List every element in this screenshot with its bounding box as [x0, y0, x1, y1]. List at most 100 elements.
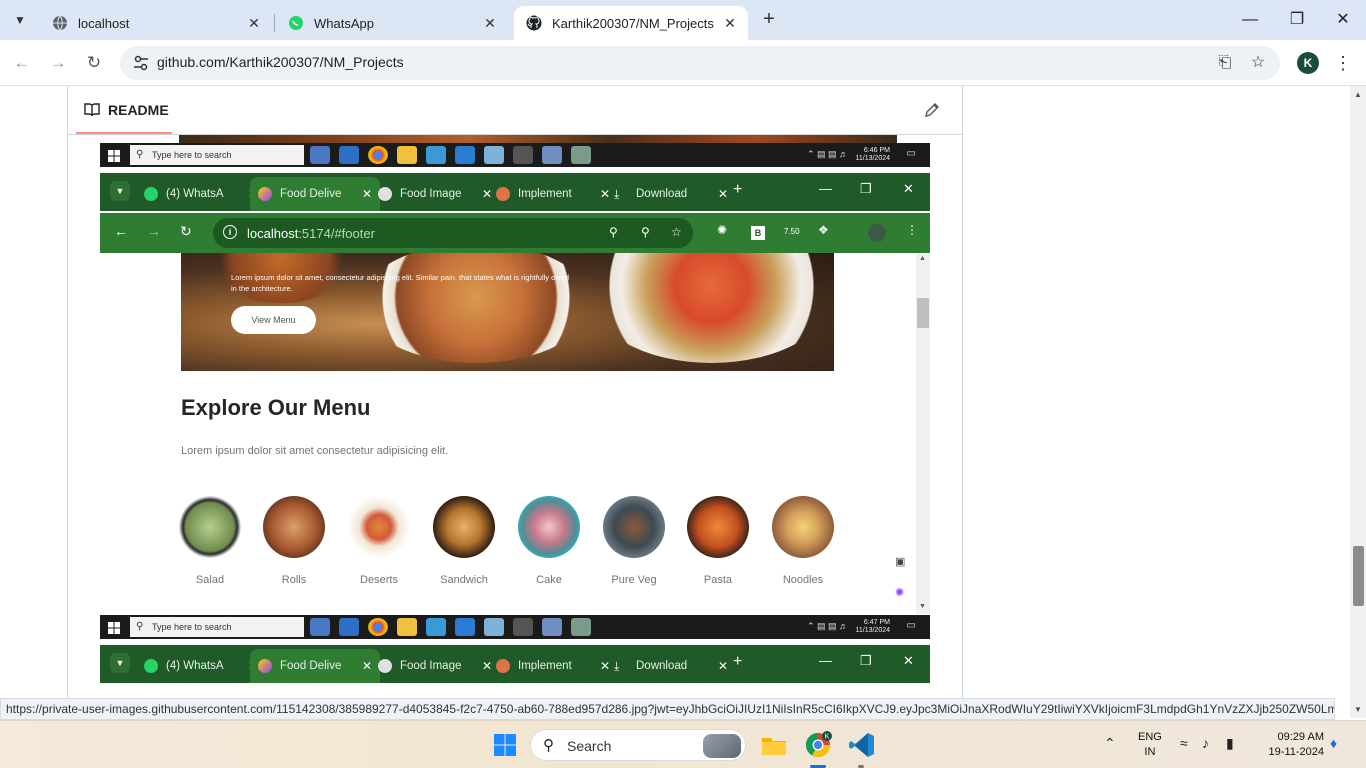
- menu-item-deserts: Deserts: [347, 496, 411, 586]
- embedded-scrollbar: ▲ ▼: [916, 253, 930, 614]
- taskbar-search-box[interactable]: ⚲ Search: [530, 729, 746, 761]
- embedded-tab-list-icon: ▼: [110, 181, 130, 201]
- vscode-icon: [455, 146, 475, 164]
- menu-item-image: [687, 496, 749, 558]
- app-icon: [484, 618, 504, 636]
- tab-separator: [274, 14, 275, 32]
- embedded-search-box: ⚲ Type here to search: [130, 145, 304, 165]
- page-scrollbar[interactable]: ▲ ▼: [1350, 86, 1366, 718]
- restore-icon[interactable]: ❐: [1287, 8, 1307, 32]
- embedded-restore-icon: ❐: [860, 181, 872, 196]
- input-language[interactable]: ENG IN: [1138, 730, 1162, 760]
- scroll-down-icon[interactable]: ▼: [1354, 705, 1362, 714]
- file-explorer-icon[interactable]: [759, 730, 789, 760]
- photos-icon: [426, 146, 446, 164]
- browser-toolbar: ← → ↻ github.com/Karthik200307/NM_Projec…: [0, 40, 1366, 86]
- menu-item-salad: Salad: [178, 496, 242, 586]
- tab-github[interactable]: Karthik200307/NM_Projects ✕: [514, 6, 748, 40]
- zoom-icon: ⚲: [641, 225, 650, 239]
- app-icon: [484, 146, 504, 164]
- battery-icon[interactable]: ▮: [1226, 735, 1234, 752]
- profile-avatar[interactable]: K: [1297, 52, 1319, 74]
- whatsapp-icon: [144, 659, 158, 673]
- search-highlight-image: [703, 734, 741, 758]
- reload-icon[interactable]: ↻: [82, 51, 106, 75]
- embedded-menu-icon: ⋮: [906, 223, 918, 237]
- system-clock[interactable]: 09:29 AM 19-11-2024: [1258, 730, 1324, 760]
- mail-icon: [339, 618, 359, 636]
- github-icon: [526, 15, 542, 31]
- tab-search-button[interactable]: ▼: [6, 7, 34, 33]
- openai-icon: [378, 187, 392, 201]
- show-hidden-icons-chevron[interactable]: ⌃: [1104, 735, 1116, 752]
- embedded-clock: 6:46 PM 11/13/2024: [855, 147, 890, 162]
- embedded-browser-toolbar: ← → ↻ i localhost:5174/#footer ⚲ ⚲ ☆ ✺ B…: [100, 213, 930, 253]
- embedded-browser-tabbar: ▼ (4) WhatsA✕ Food Delive✕ Food Image✕ I…: [100, 645, 930, 683]
- search-icon: ⚲: [136, 621, 144, 632]
- forward-icon[interactable]: →: [46, 51, 70, 75]
- page-scroll-thumb[interactable]: [1353, 546, 1364, 606]
- new-tab-button[interactable]: +: [758, 8, 780, 32]
- app-icon: [542, 618, 562, 636]
- claude-icon: [496, 659, 510, 673]
- minimize-icon[interactable]: —: [1240, 8, 1260, 32]
- chrome-active-icon: [513, 618, 533, 636]
- close-window-icon[interactable]: ✕: [1333, 8, 1353, 32]
- bookmark-star-icon[interactable]: ☆: [1248, 53, 1268, 73]
- readme-title[interactable]: README: [108, 102, 169, 118]
- book-icon: [84, 103, 100, 122]
- tab-localhost[interactable]: localhost ✕: [40, 6, 272, 40]
- embedded-taskbar-apps: [310, 146, 591, 164]
- embedded-tab: Food Image ✕: [370, 177, 500, 211]
- photos-icon: [426, 618, 446, 636]
- chrome-icon[interactable]: K: [803, 730, 833, 760]
- back-icon[interactable]: ←: [10, 51, 34, 75]
- url-text[interactable]: github.com/Karthik200307/NM_Projects: [157, 54, 404, 70]
- embedded-tab-active: Food Delive ✕: [250, 649, 381, 683]
- app-icon: [571, 618, 591, 636]
- embedded-page-viewport: Lorem ipsum dolor sit amet, consectetur …: [100, 253, 930, 614]
- tab-whatsapp[interactable]: WhatsApp ✕: [276, 6, 508, 40]
- address-bar[interactable]: github.com/Karthik200307/NM_Projects ⎗ ☆: [120, 46, 1280, 80]
- wifi-icon[interactable]: ≈: [1180, 735, 1188, 751]
- notification-bell-icon[interactable]: ♦: [1330, 735, 1337, 751]
- edit-pencil-icon[interactable]: [924, 102, 940, 123]
- embedded-reload-icon: ↻: [180, 223, 192, 239]
- embedded-back-icon: ←: [114, 223, 128, 239]
- vscode-icon[interactable]: [847, 730, 877, 760]
- embedded-restore-icon: ❐: [860, 653, 872, 668]
- embedded-tab-active: Food Delive ✕: [250, 177, 381, 211]
- close-tab-icon[interactable]: ✕: [482, 15, 498, 32]
- embedded-taskbar-apps: [310, 618, 591, 636]
- scroll-up-icon[interactable]: ▲: [1354, 90, 1362, 99]
- embedded-address-bar: i localhost:5174/#footer ⚲ ⚲ ☆: [213, 218, 693, 248]
- menu-item-image: [518, 496, 580, 558]
- view-menu-button: View Menu: [231, 306, 316, 334]
- mail-icon: [339, 146, 359, 164]
- embedded-tab: ⤓ Download ✕: [614, 659, 729, 673]
- hero-description: Lorem ipsum dolor sit amet, consectetur …: [231, 273, 570, 293]
- site-info-icon[interactable]: [132, 54, 150, 72]
- menu-item-sandwich: Sandwich: [432, 496, 496, 586]
- install-app-icon[interactable]: ⎗: [1215, 53, 1235, 73]
- windows-start-button[interactable]: [493, 733, 517, 757]
- chrome-active-icon: [513, 146, 533, 164]
- embedded-url: localhost:5174/#footer: [247, 226, 375, 241]
- volume-icon[interactable]: ♪: [1202, 735, 1209, 751]
- search-icon: ⚲: [543, 737, 554, 754]
- app-icon: [310, 146, 330, 164]
- menu-title: Explore Our Menu: [181, 395, 371, 420]
- app-icon: [571, 146, 591, 164]
- menu-item-image: [263, 496, 325, 558]
- embedded-win-taskbar: ⚲ Type here to search ⌃ ▤ ▤ ♬ 6:46 PM 11/1…: [100, 143, 930, 167]
- notification-icon: ▭: [906, 620, 916, 631]
- key-icon: ⚲: [609, 225, 618, 239]
- info-icon: i: [223, 225, 237, 239]
- vscode-icon: [455, 618, 475, 636]
- menu-item-noodles: Noodles: [771, 496, 835, 586]
- close-tab-icon[interactable]: ✕: [722, 15, 738, 32]
- embedded-tab: Food Image ✕: [370, 649, 500, 683]
- more-menu-icon[interactable]: ⋮: [1334, 51, 1352, 75]
- menu-item-image: [603, 496, 665, 558]
- close-tab-icon[interactable]: ✕: [246, 15, 262, 32]
